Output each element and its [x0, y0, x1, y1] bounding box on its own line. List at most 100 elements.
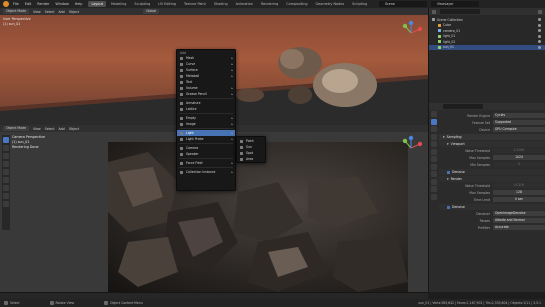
menu-edit[interactable]: Edit [25, 2, 32, 6]
constraints-tab-icon[interactable] [431, 186, 437, 192]
viewport-min-samples-row: Min Samples 0 [439, 161, 545, 168]
output-tab-icon[interactable] [431, 126, 437, 132]
bottom-menu-add[interactable]: Add [59, 127, 65, 131]
rotate-tool-icon[interactable] [3, 161, 9, 167]
view-layer-selector[interactable]: ViewLayer [431, 1, 479, 7]
measure-tool-icon[interactable] [3, 193, 9, 199]
prefilter-dropdown[interactable]: Accurate [493, 225, 545, 230]
viewport-min-samples-field[interactable]: 0 [493, 162, 545, 167]
scene-tab-icon[interactable] [431, 141, 437, 147]
select-tool-icon[interactable] [3, 137, 9, 143]
transform-orientation-dropdown[interactable]: Global [143, 9, 160, 14]
render-tab-icon[interactable] [431, 118, 437, 125]
render-noise-field[interactable]: 0.0100 [493, 183, 545, 188]
particles-tab-icon[interactable] [431, 171, 437, 177]
render-engine-dropdown[interactable]: Cycles [493, 113, 545, 118]
menu-help[interactable]: Help [75, 2, 83, 6]
workspace-tab-scripting[interactable]: Scripting [349, 1, 370, 7]
workspace-tab-layout[interactable]: Layout [88, 1, 106, 7]
denoise-checkbox[interactable] [447, 170, 450, 174]
bottom-mode-dropdown[interactable]: Object Mode [3, 126, 30, 131]
render-time-limit-field[interactable]: 0 sec [493, 197, 545, 202]
denoiser-dropdown[interactable]: OpenImageDenoise [493, 211, 545, 216]
modifier-tab-icon[interactable] [431, 163, 437, 170]
object-tab-icon[interactable] [431, 156, 437, 162]
submenu-arrow-icon: ▸ [231, 56, 233, 60]
cursor-tool-icon[interactable] [3, 145, 9, 151]
add-speaker-item[interactable]: Speaker [177, 151, 235, 157]
outliner-row[interactable]: sun_01 [429, 44, 545, 50]
top-menu-select[interactable]: Select [45, 10, 55, 14]
light-area-item[interactable]: Area [237, 156, 265, 162]
device-dropdown[interactable]: GPU Compute [493, 127, 545, 132]
viewport-max-samples-field[interactable]: 1024 [493, 155, 545, 160]
submenu-arrow-icon: ▸ [231, 86, 233, 90]
move-tool-icon[interactable] [3, 153, 9, 159]
device-row: Device GPU Compute [439, 126, 545, 133]
data-tab-icon[interactable] [431, 193, 437, 200]
workspace-tab-animation[interactable]: Animation [233, 1, 256, 7]
bottom-menu-view[interactable]: View [33, 127, 41, 131]
workspace-tab-rendering[interactable]: Rendering [258, 1, 281, 7]
denoise-checkbox[interactable] [447, 205, 450, 209]
viewport-noise-row: Noise Threshold 0.1000 [439, 147, 545, 154]
viewport-max-samples-row: Max Samples 1024 [439, 154, 545, 161]
bottom-menu-select[interactable]: Select [45, 127, 55, 131]
top-menu-object[interactable]: Object [69, 10, 79, 14]
transform-tool-icon[interactable] [3, 177, 9, 183]
visibility-eye-icon[interactable] [538, 29, 541, 33]
timeline-strip[interactable] [0, 292, 428, 299]
top-menu-add[interactable]: Add [59, 10, 65, 14]
volume-icon [180, 86, 183, 90]
add-image-item[interactable]: Image ▸ [177, 121, 235, 127]
render-max-samples-field[interactable]: 128 [493, 190, 545, 195]
add-light-probe-item[interactable]: Light Probe ▸ [177, 136, 235, 142]
workspace-tab-uv-editing[interactable]: UV Editing [155, 1, 179, 7]
bottom-menu-object[interactable]: Object [69, 127, 79, 131]
world-tab-icon[interactable] [431, 148, 437, 155]
menu-window[interactable]: Window [55, 2, 68, 6]
outliner-editor-icon[interactable] [432, 9, 436, 14]
annotate-tool-icon[interactable] [3, 185, 9, 191]
menu-file[interactable]: File [13, 2, 19, 6]
menu-render[interactable]: Render [37, 2, 49, 6]
add-cube-tool-icon[interactable] [3, 201, 9, 207]
top-mode-dropdown[interactable]: Object Mode [3, 9, 30, 14]
passes-dropdown[interactable]: Albedo and Normal [493, 218, 545, 223]
properties-search-input[interactable] [443, 104, 483, 109]
add-lattice-item[interactable]: Lattice [177, 106, 235, 112]
feature-set-dropdown[interactable]: Supported [493, 120, 545, 125]
submenu-arrow-icon: ▸ [231, 131, 233, 135]
sampling-section-header[interactable]: ▾ Sampling [439, 134, 545, 140]
add-menu: Add Mesh ▸ Curve ▸ Surface ▸ Metaball ▸ Text… [176, 49, 236, 191]
workspace-tab-texture-paint[interactable]: Texture Paint [181, 1, 209, 7]
view-layer-tab-icon[interactable] [431, 133, 437, 140]
visibility-eye-icon[interactable] [538, 18, 541, 22]
workspace-tab-compositing[interactable]: Compositing [283, 1, 310, 7]
top-menu-view[interactable]: View [33, 10, 41, 14]
filter-icon[interactable] [538, 9, 542, 14]
scale-tool-icon[interactable] [3, 169, 9, 175]
armature-icon [180, 101, 183, 105]
add-collection-instance-item[interactable]: Collection Instance ▸ [177, 169, 235, 175]
viewport-noise-field[interactable]: 0.1000 [493, 148, 545, 153]
visibility-eye-icon[interactable] [538, 34, 541, 38]
viewport-denoise-header[interactable]: Denoise [439, 169, 545, 175]
top-navigation-gizmo-icon[interactable] [398, 20, 424, 46]
bottom-navigation-gizmo-icon[interactable] [398, 135, 424, 161]
visibility-eye-icon[interactable] [538, 23, 541, 27]
render-max-samples-row: Max Samples 128 [439, 189, 545, 196]
workspace-tab-shading[interactable]: Shading [211, 1, 231, 7]
visibility-eye-icon[interactable] [538, 45, 541, 49]
scene-selector[interactable]: Scene [379, 1, 427, 7]
add-grease-pencil-item[interactable]: Grease Pencil ▸ [177, 91, 235, 97]
physics-tab-icon[interactable] [431, 178, 437, 185]
add-force-field-item[interactable]: Force Field ▸ [177, 160, 235, 166]
blender-logo-icon[interactable] [3, 1, 9, 7]
visibility-eye-icon[interactable] [538, 40, 541, 44]
workspace-tab-geometry-nodes[interactable]: Geometry Nodes [313, 1, 348, 7]
workspace-tab-sculpting[interactable]: Sculpting [131, 1, 153, 7]
workspace-tab-modeling[interactable]: Modeling [108, 1, 129, 7]
outliner-search-input[interactable] [440, 9, 480, 14]
tool-tab-icon[interactable] [431, 111, 437, 117]
